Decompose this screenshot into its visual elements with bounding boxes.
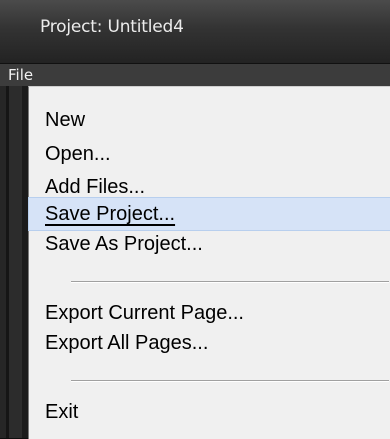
- menu-separator: [71, 380, 389, 382]
- menu-item-export-current-page[interactable]: Export Current Page...: [29, 297, 390, 329]
- menu-item-new-label: New: [45, 109, 86, 131]
- menu-item-save-project-label: Save Project...: [45, 203, 176, 225]
- file-menu-button[interactable]: File: [0, 64, 41, 86]
- menu-item-save-as-project[interactable]: Save As Project...: [29, 228, 390, 260]
- menu-item-export-all-pages-label: Export All Pages...: [45, 332, 209, 354]
- left-frame: [0, 86, 28, 438]
- window-title: Project: Untitled4: [40, 17, 184, 37]
- menu-separator: [71, 281, 389, 283]
- menu-bar: File: [0, 64, 390, 86]
- menu-item-new[interactable]: New: [29, 104, 390, 136]
- menu-item-open-label: Open...: [45, 143, 111, 165]
- menu-item-exit-label: Exit: [45, 401, 79, 423]
- menu-item-open[interactable]: Open...: [29, 138, 390, 170]
- menu-item-save-as-project-label: Save As Project...: [45, 233, 203, 255]
- menu-item-export-all-pages[interactable]: Export All Pages...: [29, 327, 390, 359]
- window-titlebar: Project: Untitled4: [0, 0, 390, 64]
- menu-item-exit[interactable]: Exit: [29, 396, 390, 428]
- file-dropdown-menu: New Open... Add Files... Save Project...…: [28, 86, 390, 439]
- menu-item-save-project[interactable]: Save Project...: [28, 197, 390, 231]
- menu-item-export-current-page-label: Export Current Page...: [45, 302, 244, 324]
